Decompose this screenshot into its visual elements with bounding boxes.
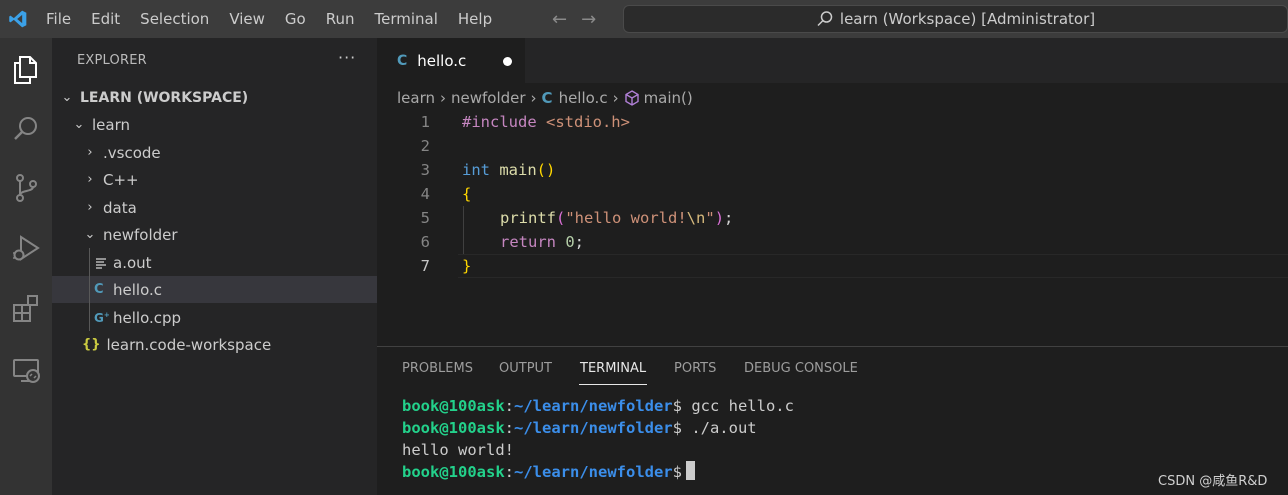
cpp-file-icon: G+ (94, 310, 110, 325)
chevron-right-icon: › (87, 200, 93, 215)
symbol-method-icon (624, 90, 639, 106)
title-bar: File Edit Selection View Go Run Terminal… (0, 0, 1288, 38)
navigation-arrows: ← → (552, 0, 596, 38)
terminal-line: book@100ask:~/learn/newfolder$ gcc hello… (402, 397, 794, 415)
command-center-text: learn (Workspace) [Administrator] (839, 10, 1096, 28)
explorer-sidebar: EXPLORER ··· ⌄ LEARN (WORKSPACE) ⌄ learn… (52, 38, 377, 495)
bottom-panel: PROBLEMS OUTPUT TERMINAL PORTS DEBUG CON… (377, 346, 1288, 495)
chevron-right-icon: › (87, 172, 93, 187)
menu-go[interactable]: Go (275, 0, 316, 38)
code-editor[interactable]: 1 #include <stdio.h> 2 3 int main() 4 { … (377, 110, 1288, 346)
json-braces-icon: {} (82, 337, 101, 352)
code-line: 2 (420, 137, 430, 155)
watermark: CSDN @咸鱼R&D (1158, 474, 1268, 489)
source-control-icon[interactable] (0, 162, 52, 214)
breadcrumb-learn[interactable]: learn (397, 89, 435, 107)
more-actions-icon[interactable]: ··· (338, 48, 356, 67)
terminal-line: book@100ask:~/learn/newfolder$ (402, 461, 794, 483)
unsaved-dot-icon[interactable] (503, 57, 512, 66)
vscode-logo-icon (0, 0, 36, 38)
tab-ports[interactable]: PORTS (674, 361, 716, 376)
code-line: 6 return 0; (420, 233, 585, 251)
tab-output[interactable]: OUTPUT (499, 361, 552, 376)
menu-bar: File Edit Selection View Go Run Terminal… (36, 0, 502, 38)
tree-item-hello-cpp[interactable]: G+ hello.cpp (52, 304, 377, 331)
menu-file[interactable]: File (36, 0, 81, 38)
tree-item-learn[interactable]: ⌄ learn (52, 111, 377, 138)
tree-indent-guide (89, 248, 90, 331)
remote-explorer-icon[interactable] (0, 344, 52, 396)
text-file-icon (96, 257, 106, 269)
chevron-right-icon: › (440, 89, 446, 107)
menu-help[interactable]: Help (448, 0, 502, 38)
terminal-output[interactable]: book@100ask:~/learn/newfolder$ gcc hello… (402, 395, 794, 483)
menu-selection[interactable]: Selection (130, 0, 219, 38)
tree-item-workspace[interactable]: ⌄ LEARN (WORKSPACE) (52, 84, 377, 111)
extensions-icon[interactable] (0, 282, 52, 334)
tab-terminal[interactable]: TERMINAL (580, 361, 646, 376)
explorer-header: EXPLORER (77, 53, 147, 68)
tab-hello-c[interactable]: C hello.c (377, 38, 525, 83)
tab-label: hello.c (417, 51, 467, 70)
menu-terminal[interactable]: Terminal (365, 0, 448, 38)
code-line: 3 int main() (420, 161, 556, 179)
c-file-icon: C (397, 52, 408, 69)
code-line: 1 #include <stdio.h> (420, 113, 630, 131)
code-line: 7 } (420, 257, 472, 275)
tree-item-workspace-file[interactable]: {} learn.code-workspace (52, 331, 377, 358)
code-line: 5 printf("hello world!\n"); (420, 209, 734, 227)
tree-item-hello-c[interactable]: C hello.c (52, 276, 377, 303)
search-activity-icon[interactable] (0, 103, 52, 155)
run-debug-icon[interactable] (0, 222, 52, 274)
activity-bar (0, 38, 52, 495)
tree-item-data[interactable]: › data (52, 194, 377, 221)
chevron-right-icon: › (612, 89, 619, 107)
tree-item-newfolder[interactable]: ⌄ newfolder (52, 221, 377, 248)
terminal-line: hello world! (402, 441, 514, 459)
chevron-right-icon: › (530, 89, 537, 107)
tree-item-cpp-folder[interactable]: › C++ (52, 166, 377, 193)
tree-item-a-out[interactable]: a.out (52, 249, 377, 276)
breadcrumb-symbol[interactable]: main() (644, 89, 693, 107)
code-line: 4 { (420, 185, 472, 203)
breadcrumb-newfolder[interactable]: newfolder (451, 89, 526, 107)
terminal-line: book@100ask:~/learn/newfolder$ ./a.out (402, 419, 757, 437)
editor-tab-bar: C hello.c (377, 38, 1288, 83)
chevron-down-icon: ⌄ (84, 227, 96, 242)
menu-run[interactable]: Run (316, 0, 365, 38)
explorer-activity-icon[interactable] (0, 44, 52, 96)
chevron-down-icon: ⌄ (61, 90, 73, 105)
chevron-right-icon: › (87, 145, 93, 160)
c-file-icon: C (94, 282, 104, 297)
search-icon (817, 11, 833, 27)
menu-view[interactable]: View (219, 0, 275, 38)
tab-problems[interactable]: PROBLEMS (402, 361, 473, 376)
command-center-search[interactable]: learn (Workspace) [Administrator] (623, 5, 1288, 33)
chevron-down-icon: ⌄ (73, 117, 85, 132)
breadcrumb: learn › newfolder › C hello.c › main() (397, 88, 693, 108)
terminal-cursor (685, 461, 695, 480)
back-arrow-icon[interactable]: ← (552, 9, 567, 30)
forward-arrow-icon[interactable]: → (581, 9, 596, 30)
c-file-icon: C (541, 89, 553, 107)
menu-edit[interactable]: Edit (81, 0, 130, 38)
active-tab-indicator (579, 384, 647, 385)
tree-item-vscode[interactable]: › .vscode (52, 139, 377, 166)
breadcrumb-file[interactable]: hello.c (559, 89, 608, 107)
tab-debug-console[interactable]: DEBUG CONSOLE (744, 361, 858, 376)
